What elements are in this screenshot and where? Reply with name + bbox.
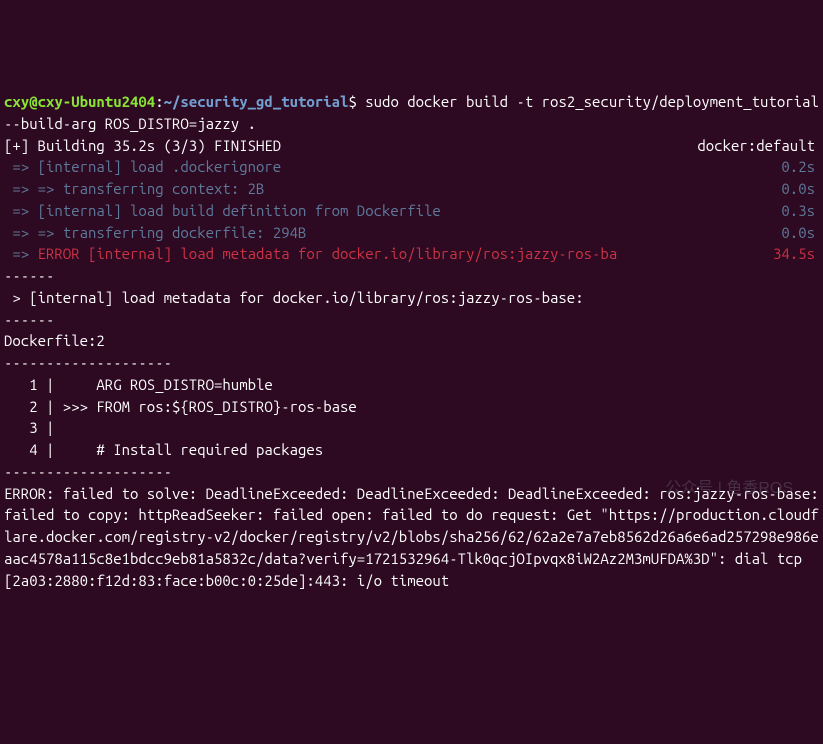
build-error-step: => ERROR [internal] load metadata for do…: [4, 243, 819, 265]
step-time: 0.2s: [781, 156, 819, 178]
error-block: ERROR: failed to solve: DeadlineExceeded…: [4, 485, 823, 589]
dockerfile-label: Dockerfile:2: [4, 332, 105, 349]
dash-separator: --------------------: [4, 354, 172, 371]
step-arrow: => =>: [4, 180, 63, 197]
prompt-dollar: $: [348, 93, 356, 110]
step-arrow: => =>: [4, 224, 63, 241]
build-header: [+] Building 35.2s (3/3) FINISHEDdocker:…: [4, 135, 819, 157]
terminal-output: cxy@cxy-Ubuntu2404:~/security_gd_tutoria…: [4, 91, 819, 591]
prompt-path: ~/security_gd_tutorial: [164, 93, 349, 110]
prompt-host: cxy-Ubuntu2404: [38, 93, 156, 110]
build-driver: docker:default: [697, 135, 819, 157]
dockerfile-line: 1 | ARG ROS_DISTRO=humble: [4, 376, 273, 393]
step-arrow: =>: [4, 158, 38, 175]
build-step: => => transferring dockerfile: 294B 0.0s: [4, 222, 819, 244]
prompt-colon: :: [155, 93, 163, 110]
dockerfile-line: 4 | # Install required packages: [4, 441, 323, 458]
build-step: => [internal] load .dockerignore 0.2s: [4, 156, 819, 178]
step-text: [internal] load .dockerignore: [38, 158, 282, 175]
error-step-time: 34.5s: [773, 243, 819, 265]
error-step-text: ERROR [internal] load metadata for docke…: [38, 245, 618, 262]
build-step: => => transferring context: 2B 0.0s: [4, 178, 819, 200]
step-arrow: =>: [4, 202, 38, 219]
step-text: [internal] load build definition from Do…: [38, 202, 441, 219]
build-status: [+] Building 35.2s (3/3) FINISHED: [4, 135, 697, 157]
step-text: transferring dockerfile: 294B: [63, 224, 307, 241]
prompt-at: @: [29, 93, 37, 110]
separator: ------: [4, 267, 54, 284]
dash-separator: --------------------: [4, 463, 172, 480]
dockerfile-line: 2 | >>> FROM ros:${ROS_DISTRO}-ros-base: [4, 398, 357, 415]
dockerfile-line: 3 |: [4, 419, 96, 436]
build-step: => [internal] load build definition from…: [4, 200, 819, 222]
step-time: 0.0s: [781, 178, 819, 200]
step-time: 0.0s: [781, 222, 819, 244]
prompt-line: cxy@cxy-Ubuntu2404:~/security_gd_tutoria…: [4, 93, 823, 132]
step-text: transferring context: 2B: [63, 180, 265, 197]
step-arrow: =>: [4, 245, 38, 262]
metadata-line: > [internal] load metadata for docker.io…: [4, 289, 584, 306]
step-time: 0.3s: [781, 200, 819, 222]
separator: ------: [4, 311, 54, 328]
prompt-user: cxy: [4, 93, 29, 110]
